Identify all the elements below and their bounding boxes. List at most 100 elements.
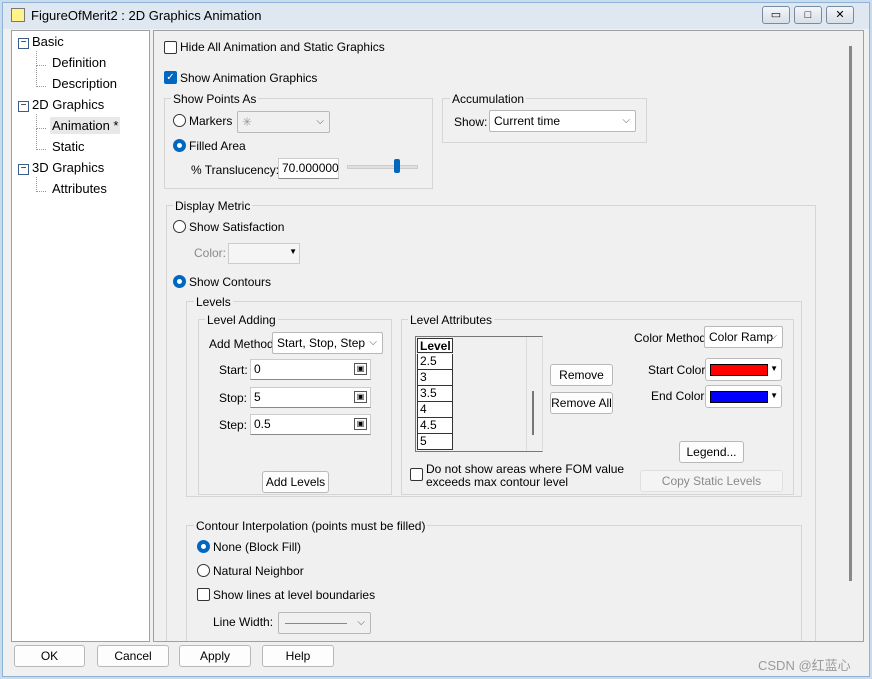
label-line: Do not show areas where FOM value [426,462,625,476]
cancel-button[interactable]: Cancel [97,645,169,667]
level-row[interactable]: 4.5 [417,418,453,434]
hide-all-checkbox[interactable] [164,41,177,54]
dialog-window: FigureOfMerit2 : 2D Graphics Animation ▭… [2,2,870,677]
group-label: Accumulation [450,92,527,106]
calculator-icon[interactable]: ▣ [354,418,367,430]
show-satisfaction-radio[interactable] [173,220,186,233]
no-show-areas-checkbox[interactable] [410,468,423,481]
tree-item-static[interactable]: Static [52,139,85,154]
calculator-icon[interactable]: ▣ [354,363,367,375]
tree-item-definition[interactable]: Definition [52,55,106,70]
level-row[interactable]: 3 [417,370,453,386]
tree-item-2d-graphics[interactable]: 2D Graphics [32,97,104,112]
none-block-fill-radio[interactable] [197,540,210,553]
levels-table[interactable]: Level 2.5 3 3.5 4 4.5 5 [415,336,543,452]
tree-line [36,66,46,87]
show-contours-radio[interactable] [173,275,186,288]
apply-button[interactable]: Apply [179,645,251,667]
show-lines-checkbox[interactable] [197,588,210,601]
start-label: Start: [219,363,248,377]
add-method-select[interactable]: Start, Stop, Step ⌵ [272,332,383,354]
app-icon [11,8,25,22]
tree-item-description[interactable]: Description [52,76,117,91]
watermark: CSDN @红蓝心 [758,658,851,673]
markers-radio[interactable] [173,114,186,127]
no-show-areas-label: Do not show areas where FOM value exceeds… [426,463,624,489]
table-scrollbar[interactable] [532,391,534,435]
level-row[interactable]: 5 [417,434,453,450]
none-block-fill-label: None (Block Fill) [213,540,302,554]
natural-neighbor-radio[interactable] [197,564,210,577]
group-label: Display Metric [173,199,253,213]
step-input[interactable]: 0.5 ▣ [250,414,371,435]
start-color-label: Start Color: [648,363,709,377]
stop-input[interactable]: 5 ▣ [250,387,371,408]
level-row[interactable]: 3.5 [417,386,453,402]
filled-area-radio[interactable] [173,139,186,152]
group-label: Show Points As [171,92,259,106]
remove-button[interactable]: Remove [550,364,613,386]
level-header: Level [417,338,453,353]
start-input[interactable]: 0 ▣ [250,359,371,380]
settings-panel: Hide All Animation and Static Graphics ✓… [153,30,864,642]
tree-line [36,114,46,129]
show-animation-checkbox[interactable]: ✓ [164,71,177,84]
marker-select[interactable]: ✳ ⌵ [237,111,330,133]
window-title: FigureOfMerit2 : 2D Graphics Animation [31,8,262,23]
marker-symbol: ✳ [242,115,253,129]
filled-area-label: Filled Area [189,139,246,153]
maximize-button[interactable]: □ [794,6,822,24]
scroll-track [526,337,527,451]
remove-all-button[interactable]: Remove All [550,392,613,414]
group-label: Levels [194,295,233,309]
show-select[interactable]: Current time ⌵ [489,110,636,132]
natural-neighbor-label: Natural Neighbor [213,564,304,578]
slider-thumb[interactable] [393,159,400,173]
group-label: Level Adding [205,313,278,327]
satisfaction-color-picker[interactable]: ▼ [228,243,300,264]
ok-button[interactable]: OK [14,645,85,667]
level-row[interactable]: 2.5 [417,354,453,370]
end-color-swatch [710,391,768,403]
show-satisfaction-label: Show Satisfaction [189,220,285,234]
line-width-select[interactable]: ⌵ [278,612,371,634]
start-color-swatch [710,364,768,376]
panel-scrollbar[interactable] [849,46,852,581]
hide-all-label: Hide All Animation and Static Graphics [180,40,385,54]
navigation-tree: − Basic Definition Description − 2D Grap… [11,30,150,642]
minimize-button[interactable]: ▭ [762,6,790,24]
collapse-icon[interactable]: − [18,164,29,175]
copy-static-levels-button: Copy Static Levels [640,470,783,492]
end-color-picker[interactable]: ▼ [705,385,782,408]
close-button[interactable]: ✕ [826,6,854,24]
tree-line [36,51,46,66]
translucency-input[interactable]: 70.000000 [278,158,339,179]
show-animation-label: Show Animation Graphics [180,71,318,85]
stop-label: Stop: [219,391,248,405]
color-label: Color: [194,246,227,260]
tree-item-basic[interactable]: Basic [32,34,64,49]
translucency-slider[interactable] [347,165,418,169]
tree-item-3d-graphics[interactable]: 3D Graphics [32,160,104,175]
color-method-label: Color Method: [634,331,710,345]
line-width-label: Line Width: [213,615,274,629]
markers-label: Markers [189,114,233,128]
show-lines-label: Show lines at level boundaries [213,588,376,602]
calculator-icon[interactable]: ▣ [354,391,367,403]
end-color-label: End Color: [651,389,708,403]
add-levels-button[interactable]: Add Levels [262,471,329,493]
tree-item-attributes[interactable]: Attributes [52,181,107,196]
level-row[interactable]: 4 [417,402,453,418]
help-button[interactable]: Help [262,645,334,667]
translucency-label: % Translucency: [191,163,280,177]
tree-item-animation[interactable]: Animation * [50,117,121,134]
label-line: exceeds max contour level [426,475,569,489]
start-color-picker[interactable]: ▼ [705,358,782,381]
legend-button[interactable]: Legend... [679,441,744,463]
group-label: Contour Interpolation (points must be fi… [194,519,428,533]
collapse-icon[interactable]: − [18,101,29,112]
title-bar: FigureOfMerit2 : 2D Graphics Animation ▭… [3,3,869,29]
start-value: 0 [254,362,261,376]
color-method-select[interactable]: Color Ramp ⌵ [704,326,783,348]
collapse-icon[interactable]: − [18,38,29,49]
